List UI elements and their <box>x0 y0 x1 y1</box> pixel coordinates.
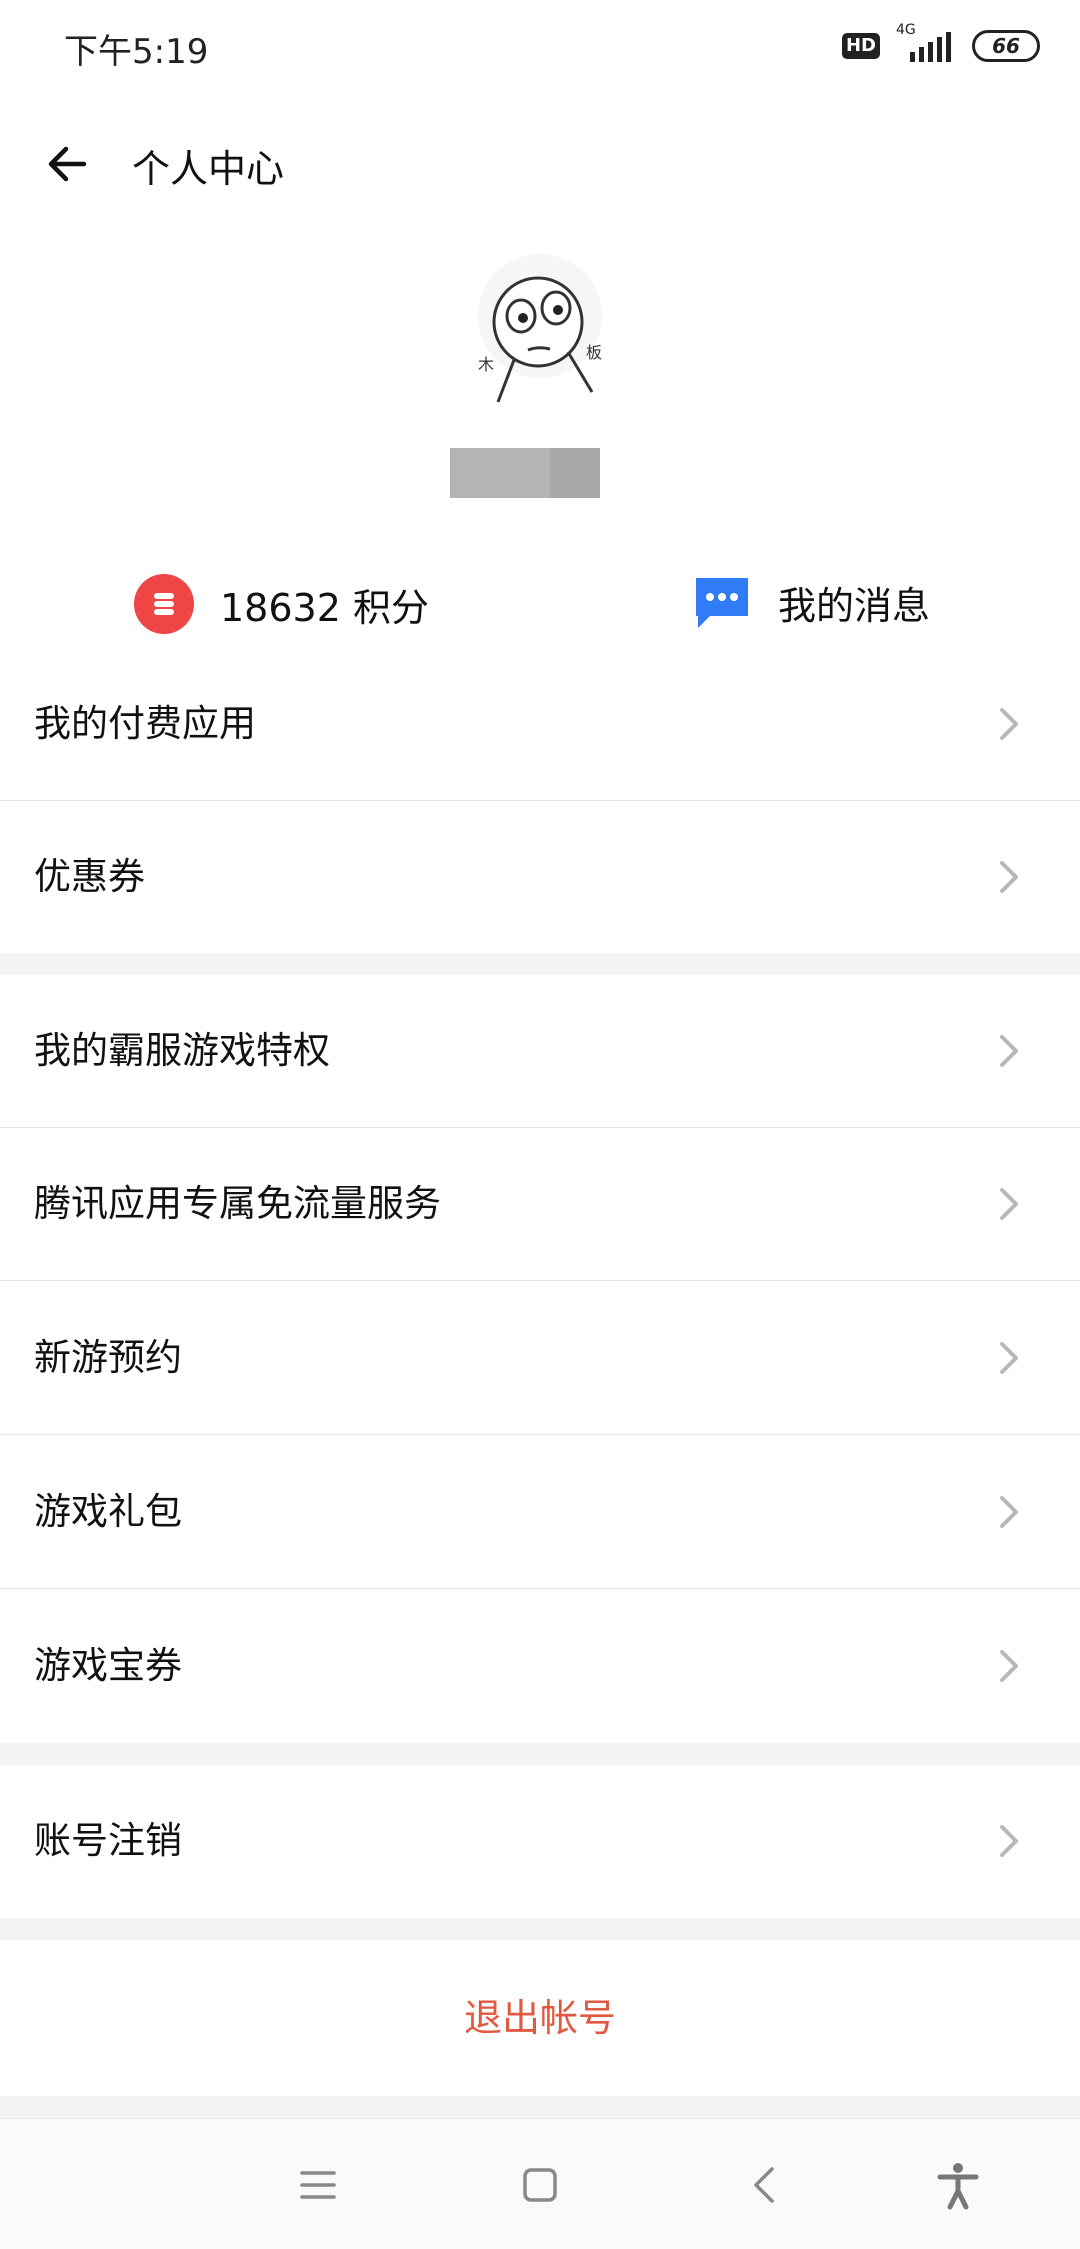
chevron-right-icon <box>1000 1825 1018 1857</box>
menu-item-label: 我的付费应用 <box>34 702 256 745</box>
status-time: 下午5:19 <box>64 32 209 72</box>
arrow-left-icon <box>48 146 87 182</box>
section-divider <box>0 1918 1080 1940</box>
menu-item-gift-packs[interactable]: 游戏礼包 <box>0 1436 1080 1589</box>
messages-button[interactable]: 我的消息 <box>692 574 930 630</box>
menu-item-label: 优惠券 <box>34 855 145 898</box>
avatar[interactable]: 木 板 <box>476 252 604 412</box>
logout-label: 退出帐号 <box>463 1996 616 2040</box>
menu-item-free-data[interactable]: 腾讯应用专属免流量服务 <box>0 1128 1080 1281</box>
menu-item-label: 新游预约 <box>34 1336 182 1379</box>
menu-item-label: 游戏宝券 <box>34 1644 182 1687</box>
points-button[interactable]: 18632 积分 <box>134 574 429 634</box>
section-divider <box>0 953 1080 975</box>
chevron-right-icon <box>1000 708 1018 740</box>
chevron-right-icon <box>1000 1035 1018 1067</box>
back-chevron-icon[interactable] <box>738 2157 794 2213</box>
username-redacted <box>450 448 600 498</box>
menu-item-game-reservation[interactable]: 新游预约 <box>0 1282 1080 1435</box>
menu-item-server-privilege[interactable]: 我的霸服游戏特权 <box>0 975 1080 1128</box>
chevron-right-icon <box>1000 1650 1018 1682</box>
menu-item-game-vouchers[interactable]: 游戏宝券 <box>0 1590 1080 1742</box>
messages-label: 我的消息 <box>778 583 931 628</box>
menu-item-label: 账号注销 <box>34 1819 182 1862</box>
section-divider <box>0 2096 1080 2118</box>
hd-icon: HD <box>841 33 880 59</box>
header: 个人中心 <box>0 120 1080 210</box>
avatar-text-left: 木 <box>478 355 494 374</box>
battery-icon: 66 <box>972 30 1040 62</box>
menu-item-paid-apps[interactable]: 我的付费应用 <box>0 648 1080 801</box>
accessibility-icon[interactable] <box>930 2157 986 2213</box>
chevron-right-icon <box>1000 1342 1018 1374</box>
menu-icon[interactable] <box>290 2157 346 2213</box>
menu-item-delete-account[interactable]: 账号注销 <box>0 1765 1080 1917</box>
page-title: 个人中心 <box>132 147 285 191</box>
menu-item-coupons[interactable]: 优惠券 <box>0 801 1080 953</box>
chevron-right-icon <box>1000 1188 1018 1220</box>
home-square-icon[interactable] <box>512 2157 568 2213</box>
stats-row: 18632 积分 我的消息 <box>0 560 1080 650</box>
status-bar: 下午5:19 HD 4G 66 <box>0 0 1080 96</box>
back-button[interactable] <box>36 132 100 196</box>
coins-icon <box>134 574 194 634</box>
avatar-text-right: 板 <box>586 343 602 362</box>
chevron-right-icon <box>1000 861 1018 893</box>
menu-item-label: 腾讯应用专属免流量服务 <box>34 1182 441 1225</box>
points-label: 18632 积分 <box>220 585 429 630</box>
menu-item-label: 我的霸服游戏特权 <box>34 1029 330 1072</box>
message-icon <box>696 578 748 628</box>
system-nav-bar <box>0 2118 1080 2249</box>
signal-icon: 4G <box>896 22 956 64</box>
avatar-drawing: 木 板 <box>478 254 602 403</box>
battery-level: 66 <box>992 34 1020 58</box>
menu-item-label: 游戏礼包 <box>34 1490 182 1533</box>
chevron-right-icon <box>1000 1496 1018 1528</box>
logout-button[interactable]: 退出帐号 <box>0 1940 1080 2096</box>
section-divider <box>0 1743 1080 1765</box>
status-icons: HD 4G 66 <box>841 22 1040 64</box>
